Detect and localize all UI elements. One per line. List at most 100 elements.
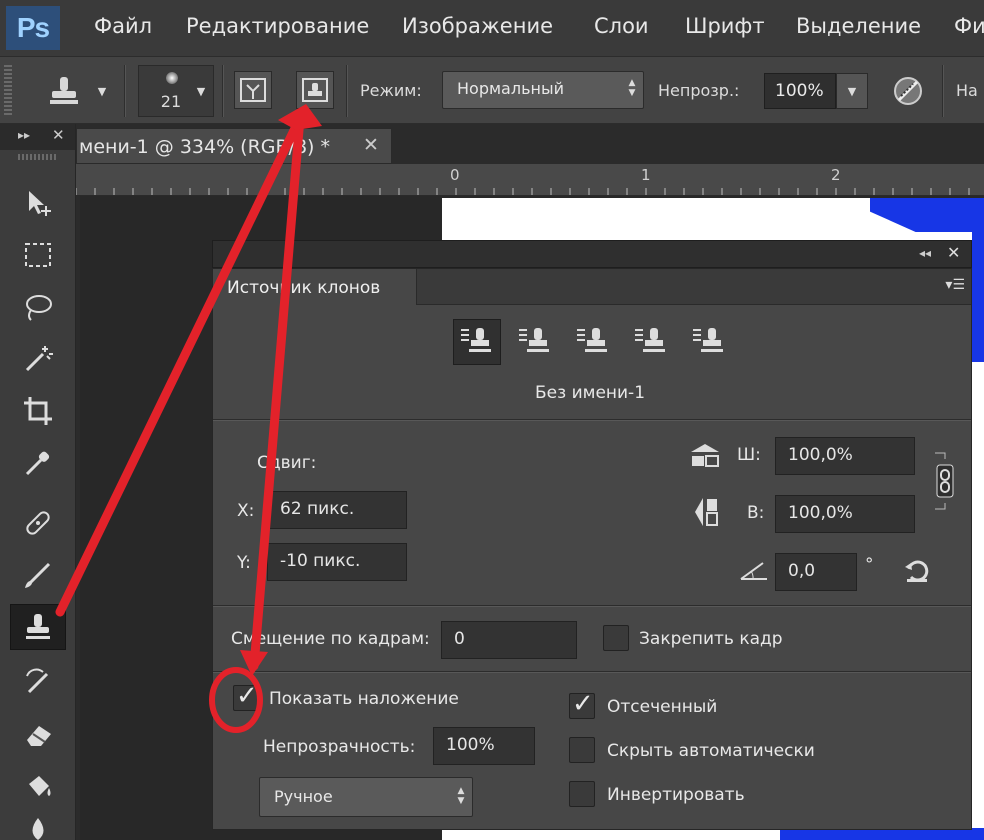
clone-source-icon (693, 328, 723, 352)
brush-panel-toggle[interactable] (234, 71, 272, 109)
menu-image[interactable]: Изображение (402, 14, 553, 38)
invert-checkbox[interactable] (569, 781, 595, 807)
healing-brush-tool[interactable] (10, 500, 66, 546)
ruler-label-2: 2 (831, 166, 841, 184)
close-icon[interactable]: ✕ (947, 243, 960, 262)
overlay-blend-mode-select[interactable]: Ручное ▲ ▼ (259, 777, 473, 817)
collapse-panel-icon[interactable]: ◂◂ (919, 246, 931, 260)
pressure-opacity-toggle[interactable] (884, 69, 932, 113)
clipped-checkbox[interactable]: ✓ (569, 689, 595, 719)
width-scale-input[interactable]: 100,0% (775, 437, 915, 475)
clone-source-panel-toggle[interactable] (296, 71, 334, 109)
mode-value: Нормальный (457, 79, 564, 98)
rotation-input[interactable]: 0,0 (775, 553, 857, 591)
menu-edit[interactable]: Редактирование (186, 14, 369, 38)
clone-source-title: Источник клонов (227, 278, 381, 298)
history-brush-icon (26, 668, 49, 694)
clone-stamp-icon (26, 614, 50, 639)
paint-bucket-icon (29, 776, 51, 796)
brush-panel-icon (240, 78, 266, 102)
tools-panel-header[interactable]: ▸▸ ✕ (0, 124, 75, 150)
clone-source-1[interactable] (453, 319, 501, 365)
brush-preset-picker[interactable]: 21 ▼ (138, 65, 214, 117)
crop-icon (24, 397, 52, 425)
checkmark-icon: ✓ (236, 681, 258, 711)
height-scale-input[interactable]: 100,0% (775, 495, 915, 533)
maintain-aspect-ratio-button[interactable] (929, 451, 961, 511)
clone-source-icon (635, 328, 665, 352)
show-overlay-checkbox[interactable]: ✓ (233, 681, 259, 711)
auto-hide-checkbox[interactable] (569, 737, 595, 763)
flip-vertical-button[interactable] (687, 495, 723, 529)
clone-source-3[interactable] (569, 319, 617, 365)
menu-bar: Ps Файл Редактирование Изображение Слои … (0, 0, 984, 56)
mode-select[interactable]: Нормальный ▲ ▼ (442, 71, 644, 109)
mode-label: Режим: (360, 81, 422, 100)
move-tool-icon (29, 191, 51, 216)
menu-file[interactable]: Файл (94, 14, 152, 38)
clone-source-5[interactable] (685, 319, 733, 365)
clone-source-panel: Источник клонов ▾☰ Без имени-1 Сдвиг: X:… (212, 268, 972, 830)
blur-tool[interactable] (10, 808, 66, 840)
ruler-label-0: 0 (450, 166, 460, 184)
y-label: Y: (237, 553, 251, 573)
reset-transform-button[interactable] (901, 555, 933, 587)
eraser-tool[interactable] (10, 712, 66, 758)
lock-frame-checkbox[interactable] (603, 625, 629, 651)
opacity-label: Непрозр.: (658, 81, 740, 100)
ruler-ticks (76, 188, 970, 195)
height-label: В: (747, 503, 765, 523)
width-label: Ш: (737, 445, 761, 465)
tool-preset-picker[interactable]: ▼ (30, 65, 120, 117)
expand-panel-icon[interactable]: ▸▸ (18, 128, 30, 142)
frame-offset-input[interactable]: 0 (441, 621, 577, 659)
close-icon[interactable]: ✕ (363, 134, 379, 156)
eyedropper-icon (25, 451, 50, 476)
offset-y-input[interactable]: -10 пикс. (267, 543, 407, 581)
photoshop-logo: Ps (6, 6, 60, 50)
opacity-dropdown[interactable]: ▼ (836, 73, 868, 109)
document-tab[interactable]: мени-1 @ 334% (RGB/8) * ✕ (76, 128, 392, 164)
menu-layers[interactable]: Слои (594, 14, 649, 38)
clone-source-panel-header[interactable]: ◂◂ ✕ (212, 240, 972, 268)
clone-source-4[interactable] (627, 319, 675, 365)
panel-menu-icon[interactable]: ▾☰ (945, 277, 965, 293)
updown-arrows-icon: ▲ ▼ (457, 786, 465, 806)
move-tool[interactable] (10, 180, 66, 226)
clone-source-tab[interactable]: Источник клонов (213, 269, 417, 305)
flip-horizontal-button[interactable] (687, 439, 723, 469)
clone-source-name: Без имени-1 (535, 383, 646, 403)
options-bar-grip[interactable] (4, 65, 12, 117)
overlay-opacity-input[interactable]: 100% (433, 727, 535, 765)
crop-tool[interactable] (10, 388, 66, 434)
chevron-down-icon: ▼ (97, 84, 107, 98)
tools-panel-grip[interactable] (18, 154, 58, 160)
menu-filter[interactable]: Фи (954, 14, 984, 38)
marquee-tool[interactable] (10, 232, 66, 278)
close-icon[interactable]: ✕ (52, 126, 65, 144)
opacity-input[interactable]: 100% (764, 73, 836, 109)
menu-select[interactable]: Выделение (796, 14, 921, 38)
lasso-icon (26, 295, 52, 321)
offset-x-input[interactable]: 62 пикс. (267, 491, 407, 529)
clone-source-2[interactable] (511, 319, 559, 365)
lasso-tool[interactable] (10, 284, 66, 330)
brush-tool[interactable] (10, 552, 66, 598)
clone-source-icon (519, 328, 549, 352)
clone-source-icon (461, 328, 491, 352)
menu-type[interactable]: Шрифт (685, 14, 765, 38)
eyedropper-tool[interactable] (10, 440, 66, 486)
ruler-label-1: 1 (641, 166, 651, 184)
magic-wand-tool[interactable] (10, 336, 66, 382)
overlay-opacity-label: Непрозрачность: (263, 737, 416, 757)
canvas-blue-paint-right (972, 232, 984, 362)
overlay-blend-mode-value: Ручное (274, 787, 333, 806)
rectangular-marquee-icon (25, 243, 51, 267)
reset-icon (905, 560, 929, 582)
horizontal-ruler[interactable]: 0 1 2 (76, 164, 984, 196)
clone-stamp-tool[interactable] (10, 604, 66, 650)
history-brush-tool[interactable] (10, 660, 66, 706)
show-overlay-label: Показать наложение (269, 689, 459, 709)
paint-bucket-tool[interactable] (10, 764, 66, 810)
clone-source-icon (577, 328, 607, 352)
